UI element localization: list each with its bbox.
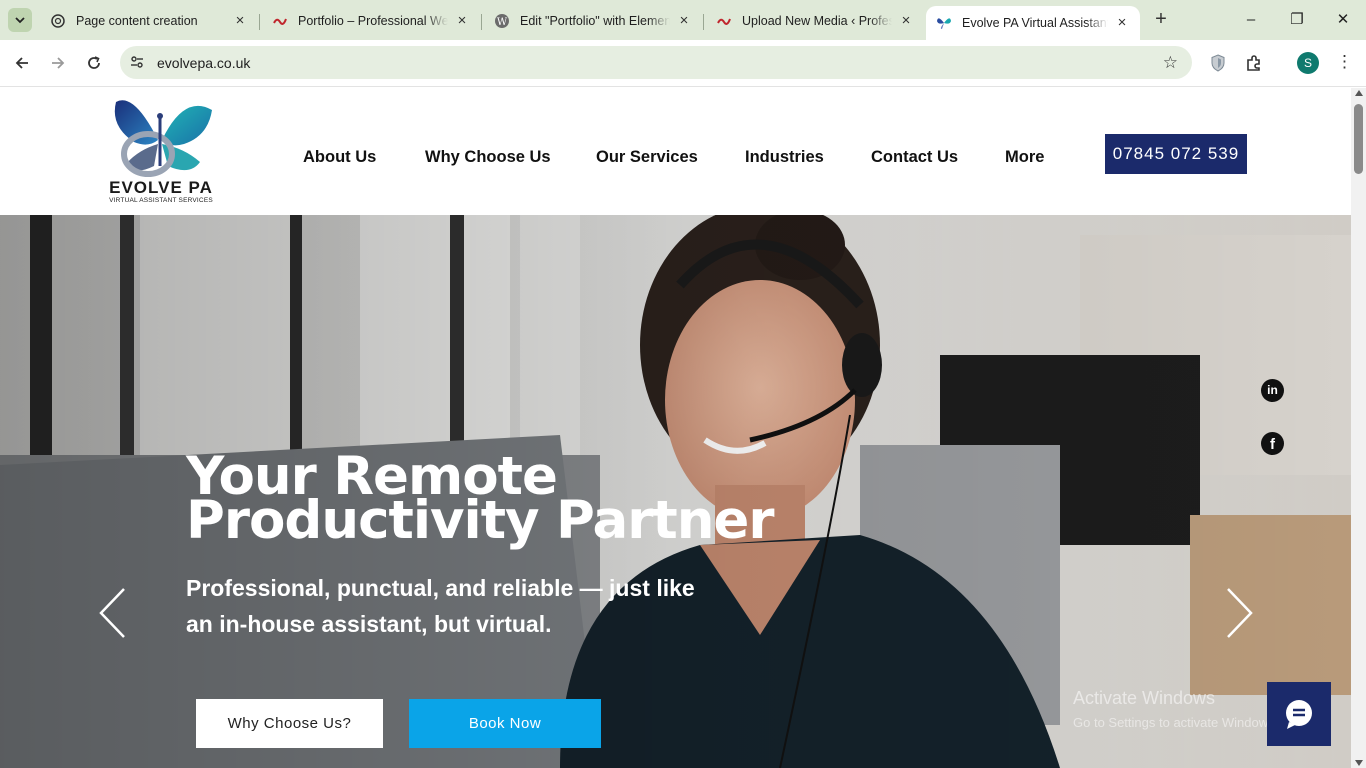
tab-separator bbox=[703, 14, 704, 30]
wordpress-icon: W bbox=[494, 13, 510, 29]
nav-about-us[interactable]: About Us bbox=[303, 148, 376, 167]
nav-contact-us[interactable]: Contact Us bbox=[871, 148, 958, 167]
browser-menu-icon[interactable]: ⋮ bbox=[1336, 51, 1353, 75]
svg-text:W: W bbox=[497, 17, 508, 28]
logo-title: EVOLVE PA bbox=[109, 178, 213, 197]
linkedin-icon[interactable]: in bbox=[1261, 379, 1284, 402]
back-button[interactable] bbox=[11, 52, 33, 74]
tab-search-button[interactable] bbox=[8, 8, 32, 32]
slider-next-arrow-icon[interactable] bbox=[1224, 587, 1254, 639]
tab-title: Upload New Media ‹ Profess bbox=[742, 14, 892, 28]
nav-industries[interactable]: Industries bbox=[745, 148, 824, 167]
extensions-puzzle-icon[interactable] bbox=[1243, 52, 1265, 74]
scrollbar-thumb[interactable] bbox=[1354, 104, 1363, 174]
tab-upload-media[interactable]: Upload New Media ‹ Profess × bbox=[706, 6, 924, 36]
browser-toolbar: evolvepa.co.uk ☆ S ⋮ bbox=[0, 40, 1366, 87]
evolve-pa-logo[interactable]: EVOLVE PA VIRTUAL ASSISTANT SERVICES bbox=[104, 96, 218, 206]
tab-separator bbox=[481, 14, 482, 30]
portfolio-icon bbox=[272, 13, 288, 29]
facebook-icon[interactable]: f bbox=[1261, 432, 1284, 455]
site-info-icon[interactable] bbox=[129, 54, 145, 75]
reload-icon bbox=[88, 56, 100, 69]
page-scrollbar[interactable] bbox=[1351, 88, 1366, 768]
hero-subtitle: Professional, punctual, and reliable — j… bbox=[186, 575, 695, 637]
restore-button[interactable]: ❐ bbox=[1282, 8, 1312, 32]
scroll-up-arrow-icon[interactable] bbox=[1355, 90, 1363, 96]
chevron-down-icon bbox=[15, 17, 25, 24]
close-tab-icon[interactable]: × bbox=[1114, 15, 1130, 31]
nav-our-services[interactable]: Our Services bbox=[596, 148, 698, 167]
close-tab-icon[interactable]: × bbox=[232, 13, 248, 29]
tab-edit-portfolio[interactable]: W Edit "Portfolio" with Element × bbox=[484, 6, 702, 36]
arrow-left-icon bbox=[15, 57, 28, 69]
tab-evolve-pa-active[interactable]: Evolve PA Virtual Assistant S × bbox=[926, 6, 1140, 40]
portfolio-icon bbox=[716, 13, 732, 29]
tab-title: Evolve PA Virtual Assistant S bbox=[962, 16, 1108, 30]
slider-prev-arrow-icon[interactable] bbox=[98, 587, 128, 639]
tab-separator bbox=[259, 14, 260, 30]
minimize-button[interactable]: – bbox=[1236, 8, 1266, 32]
tab-page-content-creation[interactable]: Page content creation × bbox=[40, 6, 258, 36]
nav-why-choose-us[interactable]: Why Choose Us bbox=[425, 148, 551, 167]
address-bar[interactable]: evolvepa.co.uk ☆ bbox=[120, 46, 1192, 79]
phone-button[interactable]: 07845 072 539 bbox=[1105, 134, 1247, 174]
hero-slider: Your Remote Productivity Partner Profess… bbox=[0, 215, 1351, 768]
tab-title: Edit "Portfolio" with Element bbox=[520, 14, 670, 28]
close-window-button[interactable]: ✕ bbox=[1328, 8, 1358, 32]
shield-extension-icon[interactable] bbox=[1207, 52, 1229, 74]
tab-title: Page content creation bbox=[76, 14, 198, 28]
windows-watermark-text: Go to Settings to activate Windows. bbox=[1073, 715, 1279, 730]
book-now-button[interactable]: Book Now bbox=[409, 699, 601, 748]
tab-title: Portfolio – Professional Web bbox=[298, 14, 448, 28]
why-choose-us-button[interactable]: Why Choose Us? bbox=[196, 699, 383, 748]
chat-button[interactable] bbox=[1267, 682, 1331, 746]
logo-subtitle: VIRTUAL ASSISTANT SERVICES bbox=[109, 197, 213, 204]
reload-button[interactable] bbox=[83, 52, 105, 74]
close-tab-icon[interactable]: × bbox=[454, 13, 470, 29]
close-tab-icon[interactable]: × bbox=[898, 13, 914, 29]
arrow-right-icon bbox=[52, 57, 65, 69]
evolve-butterfly-icon bbox=[936, 15, 952, 31]
butterfly-logo-icon bbox=[114, 100, 212, 177]
bookmark-star-icon[interactable]: ☆ bbox=[1163, 53, 1178, 73]
chat-bubble-icon bbox=[1286, 700, 1312, 729]
scroll-down-arrow-icon[interactable] bbox=[1355, 760, 1363, 766]
browser-tab-strip: Page content creation × Portfolio – Prof… bbox=[0, 0, 1366, 40]
new-tab-button[interactable]: + bbox=[1150, 9, 1172, 31]
site-header: EVOLVE PA VIRTUAL ASSISTANT SERVICES Abo… bbox=[0, 88, 1351, 215]
hero-title: Your Remote Productivity Partner bbox=[186, 446, 775, 551]
url-text[interactable]: evolvepa.co.uk bbox=[157, 55, 250, 71]
tab-portfolio[interactable]: Portfolio – Professional Web × bbox=[262, 6, 480, 36]
nav-more[interactable]: More bbox=[1005, 148, 1044, 167]
close-tab-icon[interactable]: × bbox=[676, 13, 692, 29]
forward-button[interactable] bbox=[47, 52, 69, 74]
windows-watermark-title: Activate Windows bbox=[1073, 688, 1216, 708]
chatgpt-icon bbox=[50, 13, 66, 29]
profile-avatar[interactable]: S bbox=[1297, 52, 1319, 74]
